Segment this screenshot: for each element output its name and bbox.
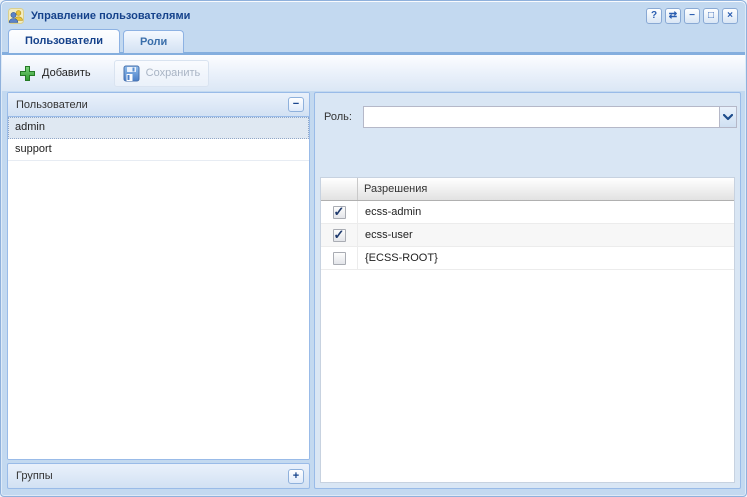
table-row[interactable]: ✓ {ECSS-ROOT} xyxy=(321,247,734,270)
grid-header: Разрешения xyxy=(321,178,734,201)
role-label: Роль: xyxy=(324,111,352,123)
window-title: Управление пользователями xyxy=(31,10,646,22)
minimize-icon: − xyxy=(689,10,695,21)
permissions-grid: Разрешения ✓ ecss-admin ✓ ecss-user ✓ {E… xyxy=(320,177,735,483)
groups-panel-collapsed[interactable]: Группы + xyxy=(7,463,310,489)
maximize-button[interactable]: □ xyxy=(703,8,719,24)
window-titlebar[interactable]: Управление пользователями ? ⇄ − □ × xyxy=(1,1,746,28)
help-icon: ? xyxy=(651,10,657,21)
refresh-button[interactable]: ⇄ xyxy=(665,8,681,24)
user-management-window: Управление пользователями ? ⇄ − □ × Поль… xyxy=(0,0,747,497)
minimize-button[interactable]: − xyxy=(684,8,700,24)
list-item-support[interactable]: support xyxy=(8,139,309,161)
check-icon: ✓ xyxy=(334,204,345,220)
check-icon: ✓ xyxy=(334,227,345,243)
tab-users[interactable]: Пользователи xyxy=(8,29,120,53)
add-button[interactable]: Добавить xyxy=(10,60,100,87)
help-button[interactable]: ? xyxy=(646,8,662,24)
expand-groups-button[interactable]: + xyxy=(288,469,304,484)
expand-icon: + xyxy=(293,470,299,482)
permission-label: ecss-user xyxy=(358,224,734,246)
plus-icon xyxy=(19,65,36,82)
role-combobox xyxy=(363,106,737,128)
tab-roles[interactable]: Роли xyxy=(123,30,184,53)
table-row[interactable]: ✓ ecss-admin xyxy=(321,201,734,224)
users-panel-header: Пользователи − xyxy=(8,93,309,117)
save-button[interactable]: Сохранить xyxy=(114,60,210,87)
users-panel-title: Пользователи xyxy=(16,99,288,111)
checkbox-ecss-user[interactable]: ✓ xyxy=(333,229,346,242)
grid-header-checkbox-col[interactable] xyxy=(321,178,358,200)
role-permissions-panel: Роль: Разрешения ✓ ecss-admin xyxy=(314,92,741,489)
grid-header-permissions-col[interactable]: Разрешения xyxy=(358,178,734,200)
save-button-label: Сохранить xyxy=(146,67,201,79)
collapse-icon: − xyxy=(293,98,299,110)
checkbox-ecss-root[interactable]: ✓ xyxy=(333,252,346,265)
checkbox-cell: ✓ xyxy=(321,247,358,269)
maximize-icon: □ xyxy=(708,10,714,21)
close-icon: × xyxy=(727,10,733,21)
checkbox-cell: ✓ xyxy=(321,224,358,246)
permission-label: ecss-admin xyxy=(358,201,734,223)
collapse-users-button[interactable]: − xyxy=(288,97,304,112)
toolbar: Добавить Сохранить xyxy=(2,55,745,91)
checkbox-ecss-admin[interactable]: ✓ xyxy=(333,206,346,219)
tab-bar: Пользователи Роли xyxy=(8,29,739,53)
list-item-admin[interactable]: admin xyxy=(8,117,309,139)
left-column: Пользователи − admin support Группы + xyxy=(7,92,310,489)
users-group-icon xyxy=(8,8,24,24)
checkbox-cell: ✓ xyxy=(321,201,358,223)
chevron-down-icon xyxy=(723,114,733,121)
table-row[interactable]: ✓ ecss-user xyxy=(321,224,734,247)
save-floppy-icon xyxy=(123,65,140,82)
role-input[interactable] xyxy=(364,107,719,127)
permission-label: {ECSS-ROOT} xyxy=(358,247,734,269)
close-button[interactable]: × xyxy=(722,8,738,24)
window-controls: ? ⇄ − □ × xyxy=(646,8,738,24)
users-panel: Пользователи − admin support xyxy=(7,92,310,460)
refresh-icon: ⇄ xyxy=(669,10,677,21)
role-dropdown-trigger[interactable] xyxy=(719,107,736,127)
groups-panel-title: Группы xyxy=(16,470,288,482)
user-list: admin support xyxy=(8,117,309,459)
add-button-label: Добавить xyxy=(42,67,91,79)
